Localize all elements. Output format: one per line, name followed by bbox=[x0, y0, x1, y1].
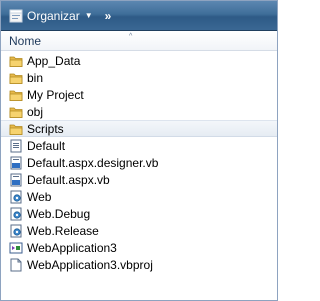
file-name: My Project bbox=[27, 87, 84, 102]
folder-icon bbox=[9, 71, 23, 85]
file-name: Web.Release bbox=[27, 223, 99, 238]
sort-ascending-icon: ^ bbox=[129, 33, 133, 40]
folder-row[interactable]: My Project bbox=[1, 86, 277, 103]
folder-icon bbox=[9, 122, 23, 136]
folder-icon bbox=[9, 105, 23, 119]
file-name: bin bbox=[27, 70, 44, 85]
config-file-icon bbox=[9, 190, 23, 204]
vb-file-icon bbox=[9, 173, 23, 187]
more-commands-button[interactable]: » bbox=[105, 9, 112, 23]
organize-icon bbox=[9, 9, 23, 23]
vb-file-icon bbox=[9, 156, 23, 170]
file-name: Web.Debug bbox=[27, 206, 91, 221]
column-header-name[interactable]: Nome bbox=[9, 34, 41, 48]
command-bar: Organizar ▼ » bbox=[1, 1, 277, 31]
organize-label: Organizar bbox=[27, 8, 80, 23]
folder-row[interactable]: Scripts bbox=[1, 120, 277, 137]
folder-icon bbox=[9, 54, 23, 68]
vs-solution-icon bbox=[9, 241, 23, 255]
organize-button[interactable]: Organizar ▼ bbox=[5, 5, 97, 27]
file-name: Default.aspx.vb bbox=[27, 172, 110, 187]
file-name: Scripts bbox=[27, 121, 64, 136]
folder-row[interactable]: bin bbox=[1, 69, 277, 86]
file-row[interactable]: Default bbox=[1, 137, 277, 154]
file-name: Default bbox=[27, 138, 66, 153]
file-row[interactable]: Web.Release bbox=[1, 222, 277, 239]
config-file-icon bbox=[9, 224, 23, 238]
folder-row[interactable]: obj bbox=[1, 103, 277, 120]
file-name: App_Data bbox=[27, 53, 81, 68]
aspx-file-icon bbox=[9, 139, 23, 153]
file-name: WebApplication3 bbox=[27, 240, 117, 255]
file-name: Default.aspx.designer.vb bbox=[27, 155, 159, 170]
file-name: obj bbox=[27, 104, 44, 119]
chevron-down-icon: ▼ bbox=[84, 11, 93, 20]
folder-row[interactable]: App_Data bbox=[1, 52, 277, 69]
file-name: Web bbox=[27, 189, 52, 204]
file-row[interactable]: Default.aspx.vb bbox=[1, 171, 277, 188]
folder-icon bbox=[9, 88, 23, 102]
column-header-row: Nome ^ bbox=[1, 31, 277, 51]
file-list: App_Databin My Project obj Scripts Default De… bbox=[1, 52, 277, 273]
file-name: WebApplication3.vbproj bbox=[27, 257, 153, 272]
document-icon bbox=[9, 258, 23, 272]
file-row[interactable]: Default.aspx.designer.vb bbox=[1, 154, 277, 171]
file-row[interactable]: Web bbox=[1, 188, 277, 205]
config-file-icon bbox=[9, 207, 23, 221]
file-row[interactable]: WebApplication3.vbproj bbox=[1, 256, 277, 273]
file-row[interactable]: WebApplication3 bbox=[1, 239, 277, 256]
explorer-window: Organizar ▼ » Nome ^ App_Databin My Proje… bbox=[0, 0, 278, 301]
file-row[interactable]: Web.Debug bbox=[1, 205, 277, 222]
